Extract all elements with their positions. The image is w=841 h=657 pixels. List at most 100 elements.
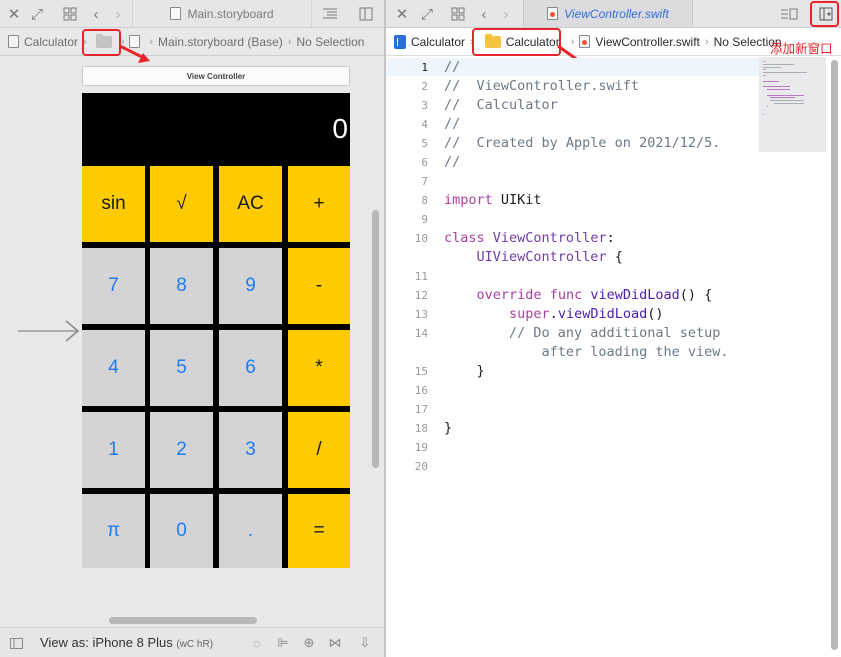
left-jump-bar: Calculator › › › Main.storyboard (Base) … — [0, 28, 384, 56]
resolve-issues-icon[interactable]: ⋈ — [326, 634, 344, 652]
code-line[interactable]: override func viewDidLoad() { — [444, 287, 713, 303]
code-line[interactable]: class ViewController: — [444, 230, 615, 246]
line-number: 6 — [421, 156, 428, 169]
jumpbar-project[interactable]: Calculator — [24, 35, 78, 49]
minimap[interactable] — [759, 57, 826, 152]
minimap-line — [763, 114, 765, 116]
calc-key[interactable]: * — [288, 330, 350, 406]
line-number: 3 — [421, 99, 428, 112]
chevron-right-icon: › — [287, 35, 292, 48]
calc-key[interactable]: 9 — [219, 248, 282, 324]
tab-viewcontroller-swift[interactable]: ViewController.swift — [523, 0, 693, 27]
code-line[interactable]: // — [444, 116, 460, 132]
embed-in-icon[interactable]: ⇩ — [356, 634, 374, 652]
jumpbar-file[interactable]: Main.storyboard (Base) — [158, 35, 283, 49]
calc-key[interactable]: 7 — [82, 248, 145, 324]
scene-title-bar[interactable]: View Controller — [82, 66, 350, 86]
sidebar-toggle-icon[interactable] — [7, 634, 25, 652]
editor-options-icon[interactable] — [779, 4, 799, 24]
calc-key[interactable]: - — [288, 248, 350, 324]
code-line[interactable]: } — [444, 420, 452, 436]
minimap-line — [766, 94, 805, 96]
calc-key[interactable]: AC — [219, 166, 282, 242]
line-number: 7 — [421, 175, 428, 188]
minimap-line — [763, 72, 808, 74]
vertical-scrollbar[interactable] — [831, 60, 838, 650]
view-as-device-button[interactable]: View as: iPhone 8 Plus (wC hR) — [40, 635, 213, 650]
horizontal-scrollbar[interactable] — [109, 617, 257, 624]
forward-chevron-icon[interactable]: › — [108, 4, 128, 24]
storyboard-canvas[interactable]: View Controller 0 sin √ AC +7 8 9-4 5 6 * 1 2 3/π 0.… — [0, 57, 384, 627]
code-line[interactable]: super.viewDidLoad() — [444, 306, 663, 322]
calc-key[interactable]: = — [288, 494, 350, 568]
update-frames-icon[interactable]: ◌ — [248, 634, 266, 652]
code-line[interactable]: // — [444, 154, 460, 170]
minimap-line — [766, 89, 790, 90]
calc-key[interactable]: 5 — [150, 330, 213, 406]
chevron-right-icon: › — [704, 35, 709, 48]
add-constraints-icon[interactable]: ⊕ — [300, 634, 318, 652]
close-icon[interactable]: ✕ — [392, 4, 412, 24]
align-icon[interactable]: ⊫ — [274, 634, 292, 652]
calc-key[interactable]: 8 — [150, 248, 213, 324]
tab-label: Main.storyboard — [187, 6, 274, 21]
calc-key[interactable]: 2 — [150, 412, 213, 488]
forward-chevron-icon[interactable]: › — [496, 4, 516, 24]
calc-key[interactable]: 4 — [82, 330, 145, 406]
line-number: 2 — [421, 80, 428, 93]
highlight-box — [810, 1, 839, 27]
calculator-display: 0 — [332, 113, 348, 144]
source-editor[interactable]: 1 // 2 // ViewController.swift 3 // Calculato… — [386, 57, 759, 657]
tab-main-storyboard[interactable]: Main.storyboard — [132, 0, 312, 27]
jumpbar-file[interactable]: ViewController.swift — [595, 35, 699, 49]
calc-key[interactable]: 6 — [219, 330, 282, 406]
minimap-line — [763, 69, 766, 71]
editor-options-icon[interactable] — [320, 4, 340, 24]
code-line[interactable]: } — [444, 363, 485, 379]
minimap-line — [773, 103, 804, 104]
calc-key[interactable]: . — [219, 494, 282, 568]
left-tab-bar: ✕ ⤢ ‹ › Main.storyboard — [0, 0, 384, 28]
highlight-box — [82, 29, 121, 56]
storyboard-file-icon — [170, 7, 182, 20]
vertical-scrollbar[interactable] — [372, 210, 379, 468]
entry-point-arrow-icon[interactable] — [18, 319, 80, 343]
related-items-grid-icon[interactable] — [60, 4, 80, 24]
storyboard-editor-pane: ✕ ⤢ ‹ › Main.storyboard Calculator › › ›… — [0, 0, 384, 657]
code-line[interactable]: // Do any additional setup — [444, 325, 720, 341]
code-line[interactable]: // Created by Apple on 2021/12/5. — [444, 135, 720, 151]
code-line[interactable]: // — [444, 59, 460, 75]
calc-key[interactable]: √ — [150, 166, 213, 242]
back-chevron-icon[interactable]: ‹ — [86, 4, 106, 24]
line-number: 8 — [421, 194, 428, 207]
close-icon[interactable]: ✕ — [4, 4, 24, 24]
highlight-box — [472, 28, 561, 56]
calc-key[interactable]: π — [82, 494, 145, 568]
line-number: 20 — [414, 460, 428, 473]
calc-key[interactable]: 3 — [219, 412, 282, 488]
jumpbar-project[interactable]: Calculator — [411, 35, 465, 49]
size-class-label: (wC hR) — [176, 639, 214, 650]
jumpbar-selection[interactable]: No Selection — [296, 35, 364, 49]
calc-key[interactable]: / — [288, 412, 350, 488]
calculator-view[interactable]: 0 sin √ AC +7 8 9-4 5 6 * 1 2 3/π 0. = — [82, 93, 350, 568]
code-line[interactable]: UIViewController { — [444, 249, 623, 265]
line-number: 11 — [414, 270, 428, 283]
calc-key[interactable]: + — [288, 166, 350, 242]
line-number: 14 — [414, 327, 428, 340]
add-editor-icon[interactable] — [356, 4, 376, 24]
expand-icon[interactable]: ⤢ — [417, 4, 437, 24]
calc-key[interactable]: sin — [82, 166, 145, 242]
expand-icon[interactable]: ⤢ — [27, 4, 47, 24]
line-number: 19 — [414, 441, 428, 454]
code-line[interactable]: import UIKit — [444, 192, 542, 208]
related-items-grid-icon[interactable] — [448, 4, 468, 24]
code-line[interactable]: // Calculator — [444, 97, 558, 113]
code-line[interactable]: // ViewController.swift — [444, 78, 639, 94]
calc-key[interactable]: 1 — [82, 412, 145, 488]
code-line[interactable]: after loading the view. — [444, 344, 729, 360]
code-editor-pane: ✕ ⤢ ‹ › ViewController.swift Calculator … — [386, 0, 841, 657]
line-number: 17 — [414, 403, 428, 416]
calc-key[interactable]: 0 — [150, 494, 213, 568]
back-chevron-icon[interactable]: ‹ — [474, 4, 494, 24]
